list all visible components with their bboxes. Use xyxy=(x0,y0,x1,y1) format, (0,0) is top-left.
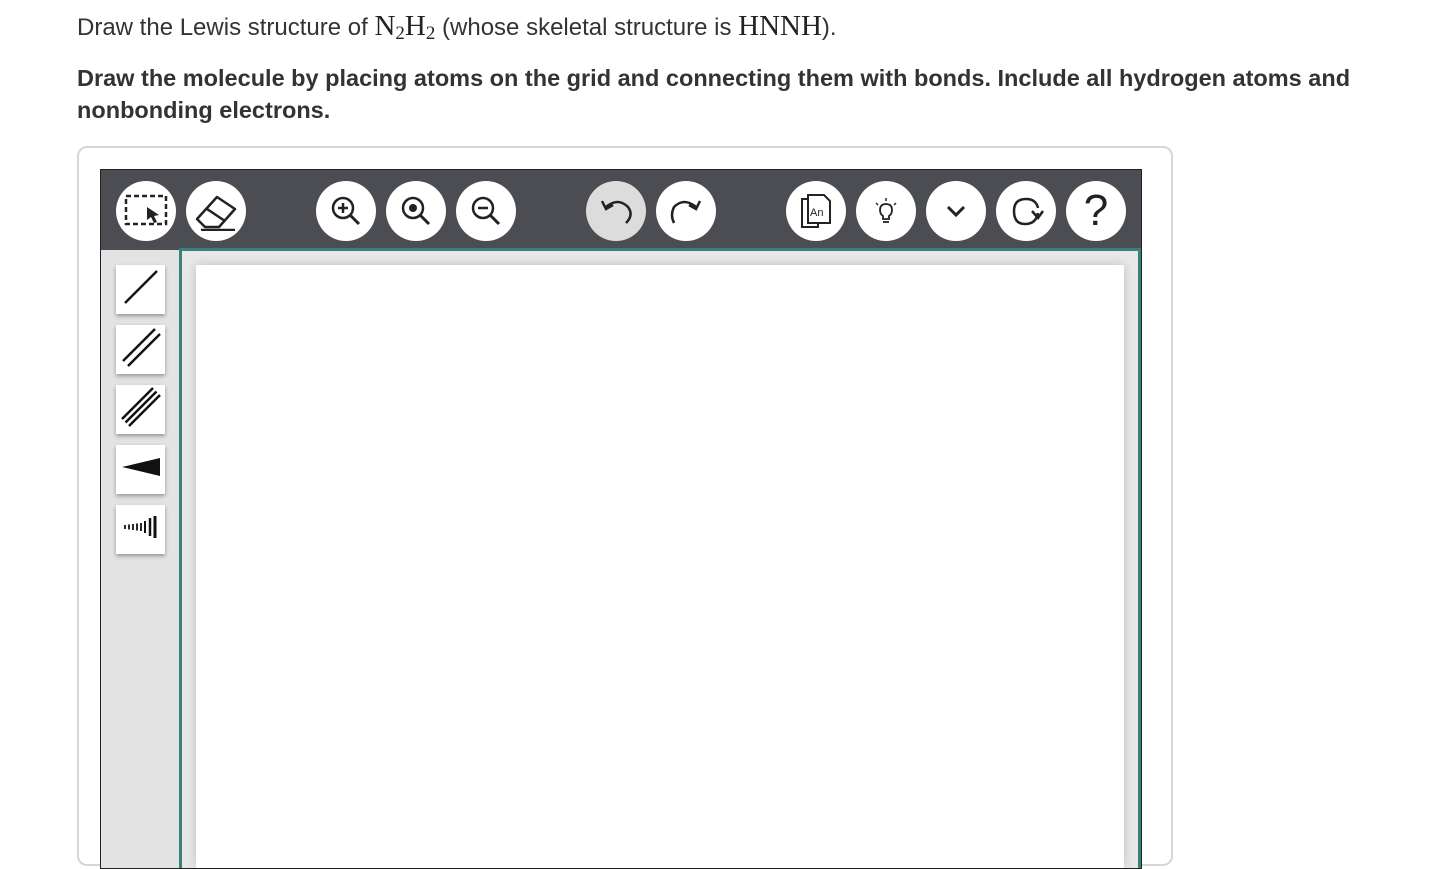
skeletal-structure: HNNH xyxy=(738,10,822,42)
question-suffix: ). xyxy=(821,14,837,41)
zoom-in-button[interactable] xyxy=(316,181,376,241)
redo-icon xyxy=(666,193,706,229)
drawing-area-frame xyxy=(179,248,1141,868)
help-icon: ? xyxy=(1083,186,1109,235)
help-button[interactable]: ? xyxy=(1066,181,1126,241)
svg-text:An: An xyxy=(810,207,823,219)
hash-bond-tool[interactable] xyxy=(116,505,165,554)
molecular-formula: N2H2 xyxy=(374,10,436,44)
template-icon: An xyxy=(796,191,836,231)
erase-button[interactable] xyxy=(186,181,246,241)
lightbulb-icon xyxy=(871,196,901,226)
wedge-bond-tool[interactable] xyxy=(116,445,165,494)
formula-element-n: N xyxy=(374,10,396,42)
zoom-reset-icon xyxy=(398,193,434,229)
drawing-canvas[interactable] xyxy=(196,265,1124,868)
formula-subscript-h: 2 xyxy=(425,23,436,44)
molecule-editor: An ? xyxy=(100,169,1142,869)
question-middle: (whose skeletal structure is xyxy=(435,14,739,41)
template-button[interactable]: An xyxy=(786,181,846,241)
redo-button[interactable] xyxy=(656,181,716,241)
eraser-icon xyxy=(191,191,241,231)
zoom-in-icon xyxy=(328,193,364,229)
zoom-out-icon xyxy=(468,193,504,229)
hint-button[interactable] xyxy=(856,181,916,241)
single-bond-tool[interactable] xyxy=(116,265,165,314)
triple-bond-tool[interactable] xyxy=(116,385,165,434)
bond-toolbar xyxy=(101,250,179,868)
editor-toolbar: An ? xyxy=(101,170,1141,250)
question-text: Draw the Lewis structure of N2H2 (whose … xyxy=(77,10,837,45)
double-bond-icon xyxy=(121,327,161,372)
hash-bond-icon xyxy=(121,512,161,547)
reset-icon xyxy=(1006,193,1046,229)
question-prefix: Draw the Lewis structure of xyxy=(77,14,375,41)
undo-icon xyxy=(596,193,636,229)
reset-button[interactable] xyxy=(996,181,1056,241)
instruction-line-1: Draw the molecule by placing atoms on th… xyxy=(77,65,1351,91)
wedge-bond-icon xyxy=(120,452,162,487)
chevron-down-icon xyxy=(941,196,971,226)
zoom-out-button[interactable] xyxy=(456,181,516,241)
formula-subscript-n: 2 xyxy=(395,23,405,44)
formula-element-h: H xyxy=(404,10,426,42)
selection-arrow-icon xyxy=(123,193,169,229)
double-bond-tool[interactable] xyxy=(116,325,165,374)
more-button[interactable] xyxy=(926,181,986,241)
zoom-reset-button[interactable] xyxy=(386,181,446,241)
select-button[interactable] xyxy=(116,181,176,241)
triple-bond-icon xyxy=(120,387,161,432)
instruction-text: Draw the molecule by placing atoms on th… xyxy=(77,62,1440,126)
single-bond-icon xyxy=(121,267,161,312)
instruction-line-2: nonbonding electrons. xyxy=(77,97,331,123)
undo-button[interactable] xyxy=(586,181,646,241)
